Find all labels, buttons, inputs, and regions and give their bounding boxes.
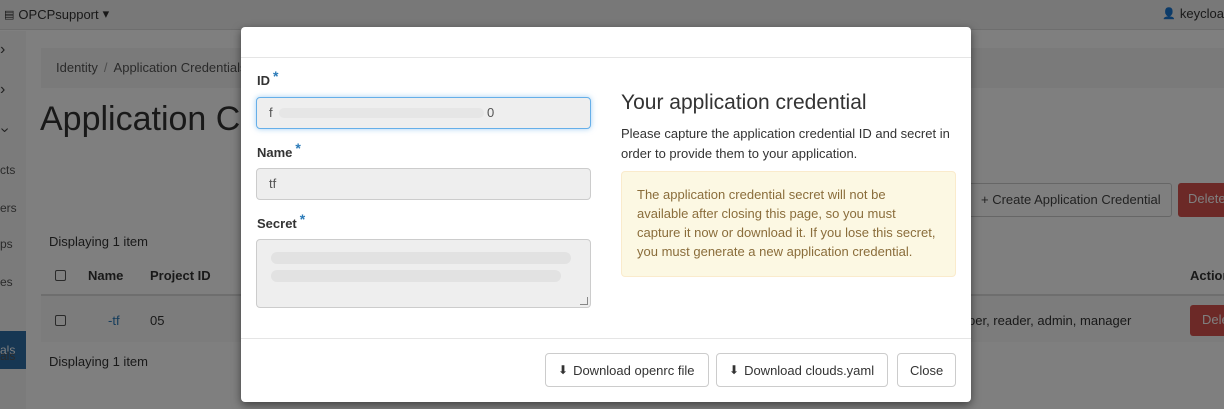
name-field[interactable]: tf: [256, 168, 591, 200]
secret-label: Secret *: [257, 211, 306, 231]
close-button[interactable]: Close: [897, 353, 956, 387]
info-title: Your application credential: [621, 91, 867, 114]
download-clouds-yaml-button[interactable]: ⬇ Download clouds.yaml: [716, 353, 888, 387]
redacted-secret-blur: [271, 270, 561, 282]
required-marker: *: [299, 211, 306, 227]
id-field[interactable]: f 0: [256, 97, 591, 129]
name-label: Name *: [257, 140, 301, 160]
redacted-id-blur: [279, 108, 484, 118]
modal-header: [241, 27, 971, 58]
warning-alert: The application credential secret will n…: [621, 171, 956, 277]
resize-handle[interactable]: [580, 297, 588, 305]
application-credential-modal: ID * f 0 Name * tf Secret * Your applicatio…: [241, 27, 971, 402]
download-openrc-button[interactable]: ⬇ Download openrc file: [545, 353, 709, 387]
id-value-end: 0: [487, 105, 495, 120]
required-marker: *: [295, 140, 301, 156]
redacted-secret-blur: [271, 252, 571, 264]
secret-textarea[interactable]: [256, 239, 591, 308]
id-value-start: f: [269, 105, 273, 120]
info-text: Please capture the application credentia…: [621, 126, 950, 161]
id-label: ID *: [257, 68, 279, 88]
download-icon: ⬇: [558, 363, 569, 377]
required-marker: *: [273, 68, 279, 84]
download-icon: ⬇: [729, 363, 740, 377]
